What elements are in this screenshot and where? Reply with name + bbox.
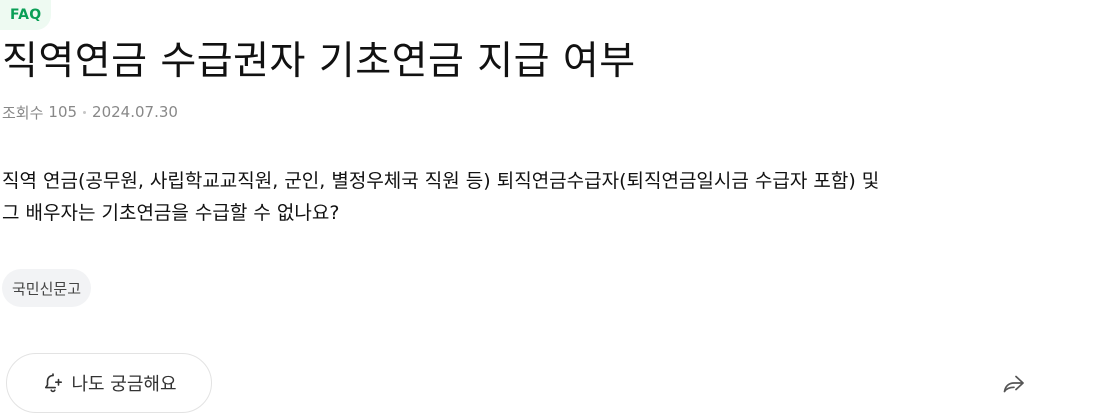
views-count: 105 <box>48 103 78 121</box>
question-body: 직역 연금(공무원, 사립학교교직원, 군인, 별정우체국 직원 등) 퇴직연금… <box>2 165 1052 229</box>
faq-page: FAQ 직역연금 수급권자 기초연금 지급 여부 조회수 105 2024.07… <box>0 0 1102 417</box>
views-label: 조회수 <box>2 103 44 122</box>
meta-separator-dot <box>83 110 87 114</box>
post-date: 2024.07.30 <box>92 103 178 121</box>
question-line: 직역 연금(공무원, 사립학교교직원, 군인, 별정우체국 직원 등) 퇴직연금… <box>2 170 880 192</box>
page-title: 직역연금 수급권자 기초연금 지급 여부 <box>2 39 636 84</box>
bell-plus-icon <box>41 371 65 395</box>
share-icon <box>1001 373 1027 395</box>
me-too-curious-label: 나도 궁금해요 <box>71 374 177 395</box>
me-too-curious-button[interactable]: 나도 궁금해요 <box>6 353 212 413</box>
question-line: 그 배우자는 기초연금을 수급할 수 없나요? <box>2 202 340 224</box>
category-tag-label: 국민신문고 <box>12 279 82 298</box>
category-tag[interactable]: 국민신문고 <box>2 269 92 307</box>
faq-badge: FAQ <box>0 0 52 30</box>
faq-badge-label: FAQ <box>10 7 42 23</box>
share-button[interactable] <box>998 370 1030 398</box>
post-meta: 조회수 105 2024.07.30 <box>2 101 178 123</box>
